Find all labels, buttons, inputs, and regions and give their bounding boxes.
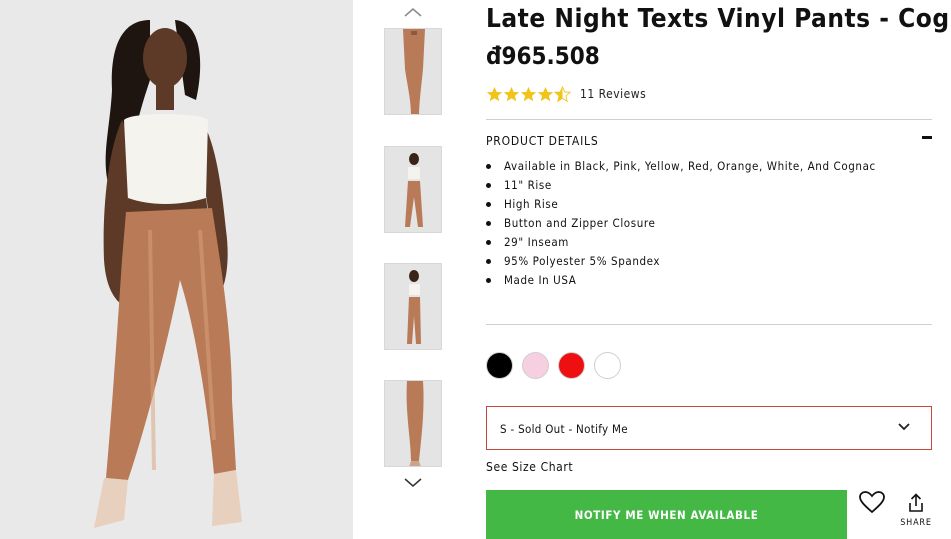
list-item: Available in Black, Pink, Yellow, Red, O… — [486, 159, 876, 178]
rating: 11 Reviews — [486, 84, 646, 104]
share-button[interactable]: SHARE — [900, 492, 932, 532]
product-title: Late Night Texts Vinyl Pants - Cognac — [486, 4, 951, 34]
list-item: 95% Polyester 5% Spandex — [486, 254, 876, 273]
swatch-red[interactable] — [558, 352, 585, 379]
product-price: đ965.508 — [486, 42, 600, 70]
product-details-list: Available in Black, Pink, Yellow, Red, O… — [486, 159, 876, 292]
heart-icon[interactable] — [858, 490, 886, 514]
color-swatches — [486, 352, 621, 379]
chevron-down-icon[interactable] — [401, 475, 425, 491]
star-icon — [486, 86, 503, 101]
minus-icon — [922, 136, 932, 139]
swatch-black[interactable] — [486, 352, 513, 379]
swatch-white[interactable] — [594, 352, 621, 379]
divider — [486, 324, 932, 325]
notify-button[interactable]: NOTIFY ME WHEN AVAILABLE — [486, 490, 847, 539]
product-details-toggle[interactable]: PRODUCT DETAILS — [486, 130, 932, 148]
size-selected: S - Sold Out - Notify Me — [500, 422, 628, 436]
star-icon — [520, 86, 537, 101]
share-label: SHARE — [900, 518, 932, 528]
thumbnail-4[interactable] — [384, 380, 442, 467]
star-icon — [537, 86, 554, 101]
section-title: PRODUCT DETAILS — [486, 134, 599, 148]
thumbnail-gallery — [380, 0, 446, 539]
list-item: Made In USA — [486, 273, 876, 292]
product-photo — [0, 0, 353, 539]
share-icon — [909, 493, 923, 512]
thumbnail-2[interactable] — [384, 146, 442, 233]
main-product-image[interactable] — [0, 0, 353, 539]
size-dropdown[interactable]: S - Sold Out - Notify Me — [486, 406, 932, 450]
list-item: 29" Inseam — [486, 235, 876, 254]
swatch-pink[interactable] — [522, 352, 549, 379]
list-item: Button and Zipper Closure — [486, 216, 876, 235]
chevron-up-icon[interactable] — [401, 4, 425, 20]
thumbnail-1[interactable] — [384, 28, 442, 115]
list-item: 11" Rise — [486, 178, 876, 197]
star-half-icon — [554, 85, 571, 102]
star-rating — [486, 85, 571, 103]
size-chart-link[interactable]: See Size Chart — [486, 460, 573, 474]
star-icon — [503, 86, 520, 101]
reviews-link[interactable]: 11 Reviews — [580, 87, 646, 101]
chevron-down-icon — [898, 423, 910, 431]
thumbnail-3[interactable] — [384, 263, 442, 350]
list-item: High Rise — [486, 197, 876, 216]
divider — [486, 119, 932, 120]
